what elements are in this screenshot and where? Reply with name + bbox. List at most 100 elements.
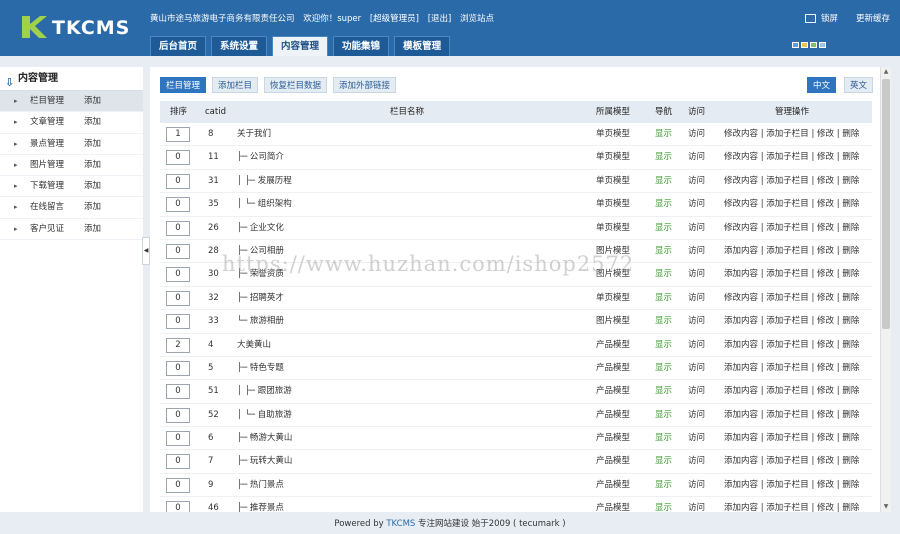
scroll-thumb[interactable]: [882, 79, 890, 329]
sidebar-collapse-button[interactable]: ◀: [142, 237, 150, 265]
row-actions-links[interactable]: | 添加子栏目 | 修改 | 删除: [761, 340, 860, 350]
skin-lightblue-button[interactable]: [819, 42, 826, 48]
sidebar-add-link[interactable]: 添加: [84, 155, 101, 176]
sort-order-input[interactable]: 0: [166, 197, 190, 213]
row-actions-links[interactable]: | 添加子栏目 | 修改 | 删除: [761, 410, 860, 420]
edit-content-link[interactable]: 添加内容: [724, 363, 758, 373]
nav-show-link[interactable]: 显示: [655, 240, 672, 263]
sidebar-item[interactable]: ▸ 下载管理 添加: [0, 176, 143, 198]
update-cache-link[interactable]: 更新缓存: [856, 12, 890, 24]
row-actions-links[interactable]: | 添加子栏目 | 修改 | 删除: [761, 386, 860, 396]
edit-content-link[interactable]: 添加内容: [724, 503, 758, 512]
sidebar-item-label[interactable]: 景点管理: [30, 134, 64, 155]
sort-order-input[interactable]: 0: [166, 407, 190, 423]
edit-content-link[interactable]: 添加内容: [724, 246, 758, 256]
sidebar-item-label[interactable]: 栏目管理: [30, 91, 64, 112]
nav-show-link[interactable]: 显示: [655, 263, 672, 286]
visit-link[interactable]: 访问: [688, 193, 705, 216]
lang-chinese-button[interactable]: 中文: [806, 77, 836, 93]
edit-content-link[interactable]: 添加内容: [724, 386, 758, 396]
sort-order-input[interactable]: 0: [166, 431, 190, 447]
row-actions-links[interactable]: | 添加子栏目 | 修改 | 删除: [761, 316, 860, 326]
logout-link[interactable]: [退出]: [428, 14, 452, 24]
nav-show-link[interactable]: 显示: [655, 404, 672, 427]
nav-show-link[interactable]: 显示: [655, 427, 672, 450]
skin-green-button[interactable]: [810, 42, 817, 48]
sort-order-input[interactable]: 0: [166, 454, 190, 470]
sidebar-add-link[interactable]: 添加: [84, 176, 101, 197]
sidebar-item[interactable]: ▸ 景点管理 添加: [0, 134, 143, 155]
row-actions-links[interactable]: | 添加子栏目 | 修改 | 删除: [761, 269, 860, 279]
visit-link[interactable]: 访问: [688, 217, 705, 240]
row-actions-links[interactable]: | 添加子栏目 | 修改 | 删除: [761, 433, 860, 443]
sidebar-item-label[interactable]: 客户见证: [30, 219, 64, 240]
sort-order-input[interactable]: 2: [166, 337, 190, 353]
add-column-button[interactable]: 添加栏目: [212, 77, 259, 93]
add-external-link-button[interactable]: 添加外部链接: [333, 77, 397, 93]
sidebar-add-link[interactable]: 添加: [84, 91, 101, 112]
visit-link[interactable]: 访问: [688, 427, 705, 450]
scroll-down-icon[interactable]: ▼: [881, 502, 891, 512]
row-actions-links[interactable]: | 添加子栏目 | 修改 | 删除: [761, 152, 860, 162]
sidebar-item[interactable]: ▸ 栏目管理 添加: [0, 91, 143, 113]
edit-content-link[interactable]: 添加内容: [724, 433, 758, 443]
sidebar-item[interactable]: ▸ 图片管理 添加: [0, 155, 143, 177]
visit-link[interactable]: 访问: [688, 287, 705, 310]
edit-content-link[interactable]: 添加内容: [724, 316, 758, 326]
nav-show-link[interactable]: 显示: [655, 497, 672, 512]
row-actions-links[interactable]: | 添加子栏目 | 修改 | 删除: [761, 456, 860, 466]
skin-blue-button[interactable]: [792, 42, 799, 48]
edit-content-link[interactable]: 添加内容: [724, 480, 758, 490]
sort-order-input[interactable]: 0: [166, 477, 190, 493]
sort-order-input[interactable]: 0: [166, 501, 190, 512]
visit-link[interactable]: 访问: [688, 450, 705, 473]
nav-show-link[interactable]: 显示: [655, 380, 672, 403]
sidebar-add-link[interactable]: 添加: [84, 219, 101, 240]
sidebar-add-link[interactable]: 添加: [84, 197, 101, 218]
visit-link[interactable]: 访问: [688, 404, 705, 427]
sidebar-item[interactable]: ▸ 客户见证 添加: [0, 219, 143, 241]
sidebar-item-label[interactable]: 在线留言: [30, 197, 64, 218]
skin-yellow-button[interactable]: [801, 42, 808, 48]
nav-show-link[interactable]: 显示: [655, 357, 672, 380]
footer-brand-link[interactable]: TKCMS: [386, 519, 415, 529]
sidebar-item-label[interactable]: 图片管理: [30, 155, 64, 176]
edit-content-link[interactable]: 添加内容: [724, 456, 758, 466]
sidebar-add-link[interactable]: 添加: [84, 134, 101, 155]
nav-show-link[interactable]: 显示: [655, 310, 672, 333]
row-actions-links[interactable]: | 添加子栏目 | 修改 | 删除: [761, 363, 860, 373]
edit-content-link[interactable]: 修改内容: [724, 152, 758, 162]
nav-show-link[interactable]: 显示: [655, 287, 672, 310]
row-actions-links[interactable]: | 添加子栏目 | 修改 | 删除: [761, 246, 860, 256]
tab-templates[interactable]: 模板管理: [394, 36, 451, 56]
sidebar-item-label[interactable]: 文章管理: [30, 112, 64, 133]
role-link[interactable]: [超级管理员]: [370, 14, 419, 24]
sort-order-input[interactable]: 0: [166, 360, 190, 376]
tab-content-management[interactable]: 内容管理: [272, 36, 329, 56]
row-actions-links[interactable]: | 添加子栏目 | 修改 | 删除: [761, 176, 860, 186]
restore-column-data-button[interactable]: 恢复栏目数据: [264, 77, 328, 93]
nav-show-link[interactable]: 显示: [655, 334, 672, 357]
visit-link[interactable]: 访问: [688, 474, 705, 497]
edit-content-link[interactable]: 修改内容: [724, 176, 758, 186]
scroll-up-icon[interactable]: ▲: [881, 67, 891, 77]
edit-content-link[interactable]: 添加内容: [724, 410, 758, 420]
nav-show-link[interactable]: 显示: [655, 170, 672, 193]
sort-order-input[interactable]: 0: [166, 173, 190, 189]
sort-order-input[interactable]: 0: [166, 384, 190, 400]
tab-system-settings[interactable]: 系统设置: [211, 36, 268, 56]
edit-content-link[interactable]: 修改内容: [724, 129, 758, 139]
sidebar-item[interactable]: ▸ 在线留言 添加: [0, 197, 143, 219]
visit-link[interactable]: 访问: [688, 263, 705, 286]
sort-order-input[interactable]: 0: [166, 267, 190, 283]
nav-show-link[interactable]: 显示: [655, 193, 672, 216]
sidebar-add-link[interactable]: 添加: [84, 112, 101, 133]
nav-show-link[interactable]: 显示: [655, 217, 672, 240]
sort-order-input[interactable]: 1: [166, 127, 190, 142]
sidebar-item-label[interactable]: 下载管理: [30, 176, 64, 197]
visit-link[interactable]: 访问: [688, 240, 705, 263]
row-actions-links[interactable]: | 添加子栏目 | 修改 | 删除: [761, 293, 860, 303]
nav-show-link[interactable]: 显示: [655, 123, 672, 146]
visit-link[interactable]: 访问: [688, 310, 705, 333]
visit-link[interactable]: 访问: [688, 334, 705, 357]
